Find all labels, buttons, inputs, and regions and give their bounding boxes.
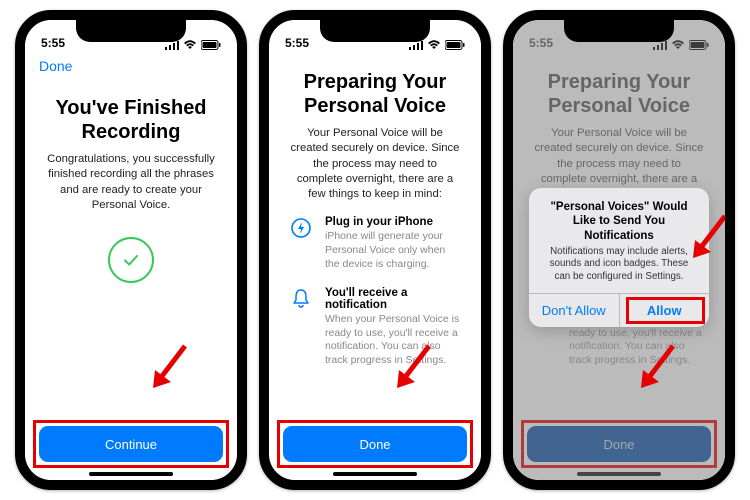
phone-mockup-3: 5:55 Preparing Your Personal Voice Your … [503, 10, 735, 490]
alert-allow-label: Allow [647, 303, 682, 318]
alert-title: "Personal Voices" Would Like to Send You… [543, 200, 695, 243]
tip-item-charge: Plug in your iPhone iPhone will generate… [289, 216, 461, 271]
nav-bar: Done [25, 52, 237, 78]
notch [76, 20, 186, 42]
notification-permission-alert: "Personal Voices" Would Like to Send You… [529, 188, 709, 327]
phone-mockup-1: 5:55 Done You've Finished Recording Cong… [15, 10, 247, 490]
done-button[interactable]: Done [283, 426, 467, 462]
charging-icon [289, 216, 313, 240]
tip-title: You'll receive a notification [325, 287, 461, 311]
bell-icon [289, 287, 313, 311]
page-body: Congratulations, you successfully finish… [45, 152, 217, 213]
page-title: Preparing Your Personal Voice [289, 70, 461, 118]
wifi-icon [183, 40, 197, 50]
home-indicator[interactable] [333, 472, 417, 476]
notch [564, 20, 674, 42]
status-time: 5:55 [41, 36, 65, 50]
checkmark-success-icon [108, 237, 154, 283]
continue-button[interactable]: Continue [39, 426, 223, 462]
notch [320, 20, 430, 42]
nav-done-link[interactable]: Done [39, 58, 72, 74]
alert-deny-button[interactable]: Don't Allow [529, 294, 619, 327]
phone-mockup-2: 5:55 Preparing Your Personal Voice Your … [259, 10, 491, 490]
tip-body: When your Personal Voice is ready to use… [325, 313, 461, 368]
alert-body: Notifications may include alerts, sounds… [543, 246, 695, 283]
status-time: 5:55 [285, 36, 309, 50]
battery-icon [445, 40, 465, 50]
battery-icon [201, 40, 221, 50]
tip-title: Plug in your iPhone [325, 216, 461, 228]
tip-body: iPhone will generate your Personal Voice… [325, 230, 461, 271]
home-indicator[interactable] [89, 472, 173, 476]
page-body: Your Personal Voice will be created secu… [289, 126, 461, 202]
alert-allow-button[interactable]: Allow [619, 294, 710, 327]
page-title: You've Finished Recording [45, 96, 217, 144]
tip-item-notification: You'll receive a notification When your … [289, 287, 461, 368]
wifi-icon [427, 40, 441, 50]
home-indicator[interactable] [577, 472, 661, 476]
